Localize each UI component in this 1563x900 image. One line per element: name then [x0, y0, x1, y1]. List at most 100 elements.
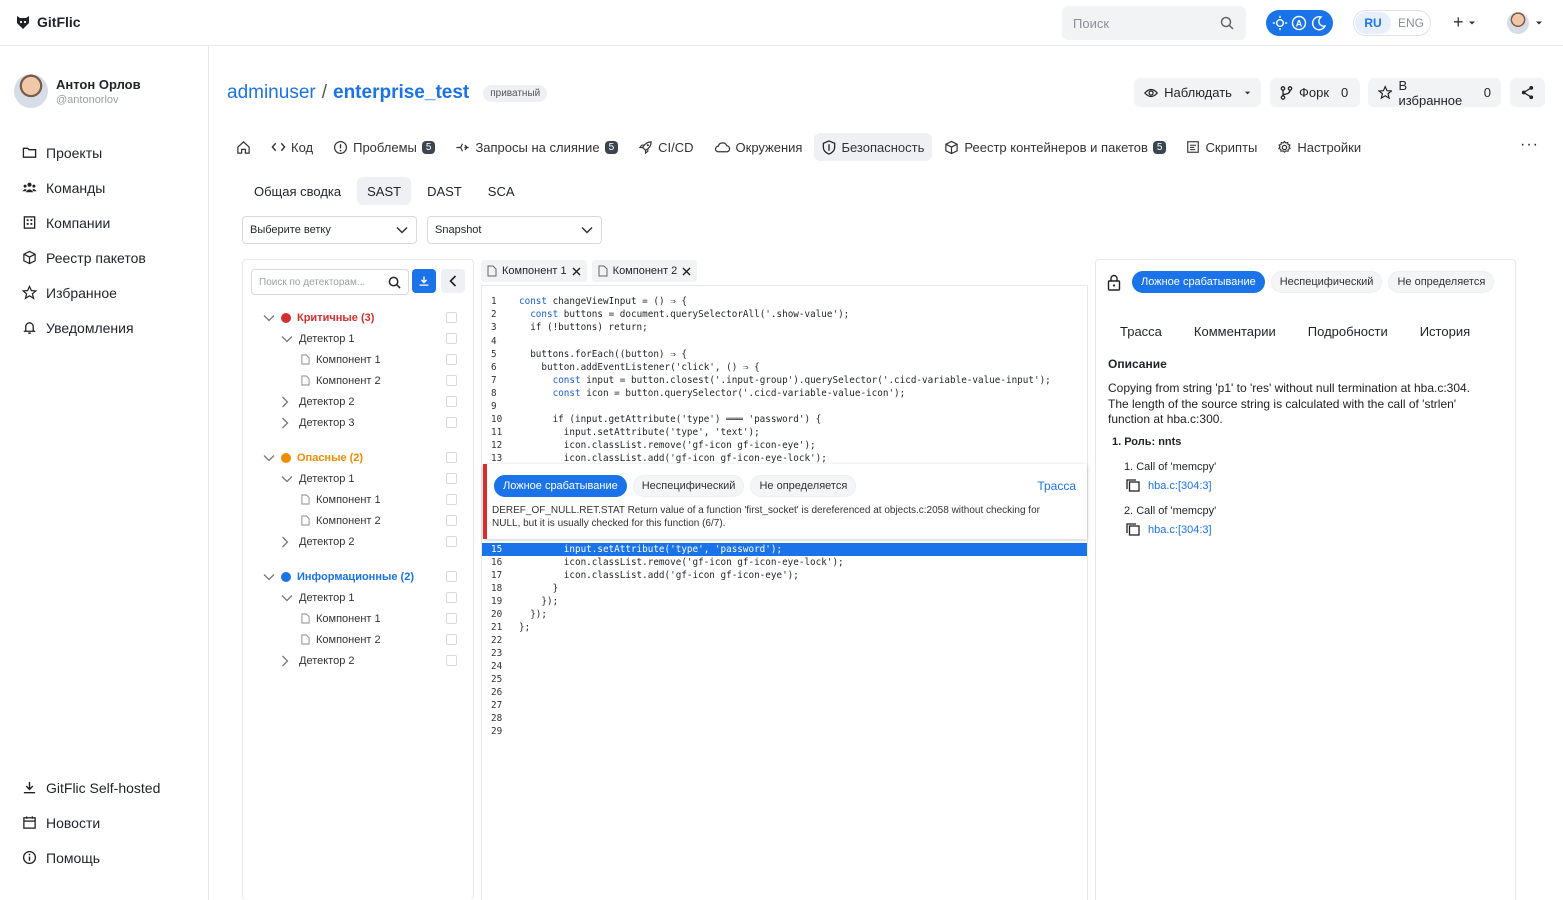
tab-container-registry[interactable]: Реестр контейнеров и пакетов 5 [936, 133, 1174, 161]
tab-code[interactable]: Код [263, 133, 321, 161]
sun-icon[interactable] [1272, 15, 1288, 31]
snapshot-select[interactable]: Snapshot [427, 216, 602, 244]
tree-component[interactable]: Компонент 1 [243, 608, 472, 629]
nonspecific-pill[interactable]: Неспецифический [1270, 271, 1383, 293]
tree-detector[interactable]: Детектор 1 [243, 468, 472, 489]
more-menu-icon[interactable]: ··· [1520, 136, 1539, 154]
chevron-down-icon[interactable] [263, 573, 275, 581]
call-2-link[interactable]: hba.c:[304:3] [1148, 524, 1212, 536]
download-report-button[interactable] [412, 269, 436, 293]
theme-switcher[interactable]: A [1266, 10, 1333, 36]
sidebar-item-package-registry[interactable]: Реестр пакетов [22, 240, 146, 275]
false-positive-pill[interactable]: Ложное срабатывание [1132, 271, 1265, 293]
tree-detector[interactable]: Детектор 3 [243, 412, 472, 433]
tree-checkbox[interactable] [446, 634, 457, 645]
tree-detector[interactable]: Детектор 2 [243, 531, 472, 552]
sidebar-item-notifications[interactable]: Уведомления [22, 310, 146, 345]
chevron-down-icon[interactable] [263, 314, 275, 322]
tree-checkbox[interactable] [446, 473, 457, 484]
tree-checkbox[interactable] [446, 312, 457, 323]
tab-security[interactable]: Безопасность [814, 133, 933, 161]
call-1-link[interactable]: hba.c:[304:3] [1148, 480, 1212, 492]
chevron-down-icon[interactable] [263, 454, 275, 462]
tab-comments[interactable]: Комментарии [1182, 320, 1288, 342]
fork-button[interactable]: Форк 0 [1270, 78, 1360, 107]
favorite-button[interactable]: В избранное 0 [1368, 78, 1501, 108]
call-2-location[interactable]: hba.c:[304:3] [1126, 523, 1212, 536]
tab-trace[interactable]: Трасса [1108, 320, 1174, 342]
tree-category[interactable]: Опасные (2) [243, 447, 472, 468]
subtab-sca[interactable]: SCA [478, 177, 525, 205]
file-tab-component-1[interactable]: Компонент 1 [481, 260, 587, 282]
tab-scripts[interactable]: Скрипты [1178, 133, 1265, 161]
create-menu-button[interactable]: + [1453, 12, 1476, 33]
chevron-down-icon[interactable] [281, 594, 293, 602]
chevron-down-icon[interactable] [281, 475, 293, 483]
tree-checkbox[interactable] [446, 452, 457, 463]
tree-detector[interactable]: Детектор 2 [243, 650, 472, 671]
tree-checkbox[interactable] [446, 613, 457, 624]
nonspecific-pill[interactable]: Неспецифический [632, 475, 745, 497]
tree-component[interactable]: Компонент 1 [243, 349, 472, 370]
tab-environments[interactable]: Окружения [706, 133, 811, 161]
tree-component[interactable]: Компонент 2 [243, 370, 472, 391]
tab-cicd[interactable]: CI/CD [630, 133, 701, 161]
chevron-right-icon[interactable] [281, 655, 293, 667]
chevron-down-icon[interactable] [281, 335, 293, 343]
chevron-right-icon[interactable] [281, 417, 293, 429]
tree-checkbox[interactable] [446, 354, 457, 365]
tab-home[interactable] [228, 133, 259, 161]
detector-search-input[interactable]: Поиск по детекторам... [251, 269, 409, 295]
user-profile[interactable]: Антон Орлов @antonorlov [14, 74, 141, 108]
sidebar-item-favorites[interactable]: Избранное [22, 275, 146, 310]
tree-component[interactable]: Компонент 2 [243, 629, 472, 650]
tree-checkbox[interactable] [446, 655, 457, 666]
sidebar-item-news[interactable]: Новости [22, 805, 160, 840]
close-icon[interactable] [682, 267, 691, 276]
tree-checkbox[interactable] [446, 375, 457, 386]
tree-category[interactable]: Критичные (3) [243, 307, 472, 328]
sidebar-item-self-hosted[interactable]: GitFlic Self-hosted [22, 770, 160, 805]
gitflic-logo[interactable]: GitFlic [15, 14, 81, 30]
auto-theme-icon[interactable]: A [1291, 15, 1307, 31]
tab-settings[interactable]: Настройки [1269, 133, 1369, 161]
tree-category[interactable]: Информационные (2) [243, 566, 472, 587]
chevron-right-icon[interactable] [281, 536, 293, 548]
chevron-right-icon[interactable] [281, 396, 293, 408]
repo-owner-link[interactable]: adminuser [227, 82, 316, 104]
call-1-location[interactable]: hba.c:[304:3] [1126, 479, 1212, 492]
language-switcher[interactable]: RU ENG [1353, 10, 1431, 36]
tree-checkbox[interactable] [446, 396, 457, 407]
repo-name-link[interactable]: enterprise_test [333, 82, 469, 104]
subtab-sast[interactable]: SAST [357, 177, 412, 205]
lang-en-button[interactable]: ENG [1398, 16, 1424, 30]
tab-history[interactable]: История [1408, 320, 1482, 342]
trace-link[interactable]: Трасса [1037, 479, 1076, 493]
user-menu-button[interactable] [1507, 12, 1543, 34]
tree-checkbox[interactable] [446, 417, 457, 428]
file-tab-component-2[interactable]: Компонент 2 [591, 260, 698, 282]
sidebar-item-help[interactable]: Помощь [22, 840, 160, 875]
sidebar-item-teams[interactable]: Команды [22, 170, 146, 205]
undetermined-pill[interactable]: Не определяется [750, 475, 857, 497]
collapse-panel-button[interactable] [441, 269, 465, 293]
watch-button[interactable]: Наблюдать [1134, 78, 1261, 107]
branch-select[interactable]: Выберите ветку [242, 216, 417, 244]
tree-checkbox[interactable] [446, 571, 457, 582]
tab-merge-requests[interactable]: Запросы на слияние 5 [447, 133, 626, 161]
tree-detector[interactable]: Детектор 2 [243, 391, 472, 412]
global-search-input[interactable]: Поиск [1062, 6, 1246, 40]
tree-detector[interactable]: Детектор 1 [243, 587, 472, 608]
tree-checkbox[interactable] [446, 515, 457, 526]
subtab-overview[interactable]: Общая сводка [244, 177, 351, 205]
close-icon[interactable] [572, 267, 581, 276]
share-button[interactable] [1510, 78, 1545, 107]
tree-component[interactable]: Компонент 1 [243, 489, 472, 510]
sidebar-item-projects[interactable]: Проекты [22, 135, 146, 170]
sidebar-item-companies[interactable]: Компании [22, 205, 146, 240]
moon-icon[interactable] [1311, 15, 1327, 31]
tab-details[interactable]: Подробности [1296, 320, 1400, 342]
undetermined-pill[interactable]: Не определяется [1388, 271, 1495, 293]
tab-issues[interactable]: Проблемы 5 [325, 133, 443, 161]
tree-detector[interactable]: Детектор 1 [243, 328, 472, 349]
